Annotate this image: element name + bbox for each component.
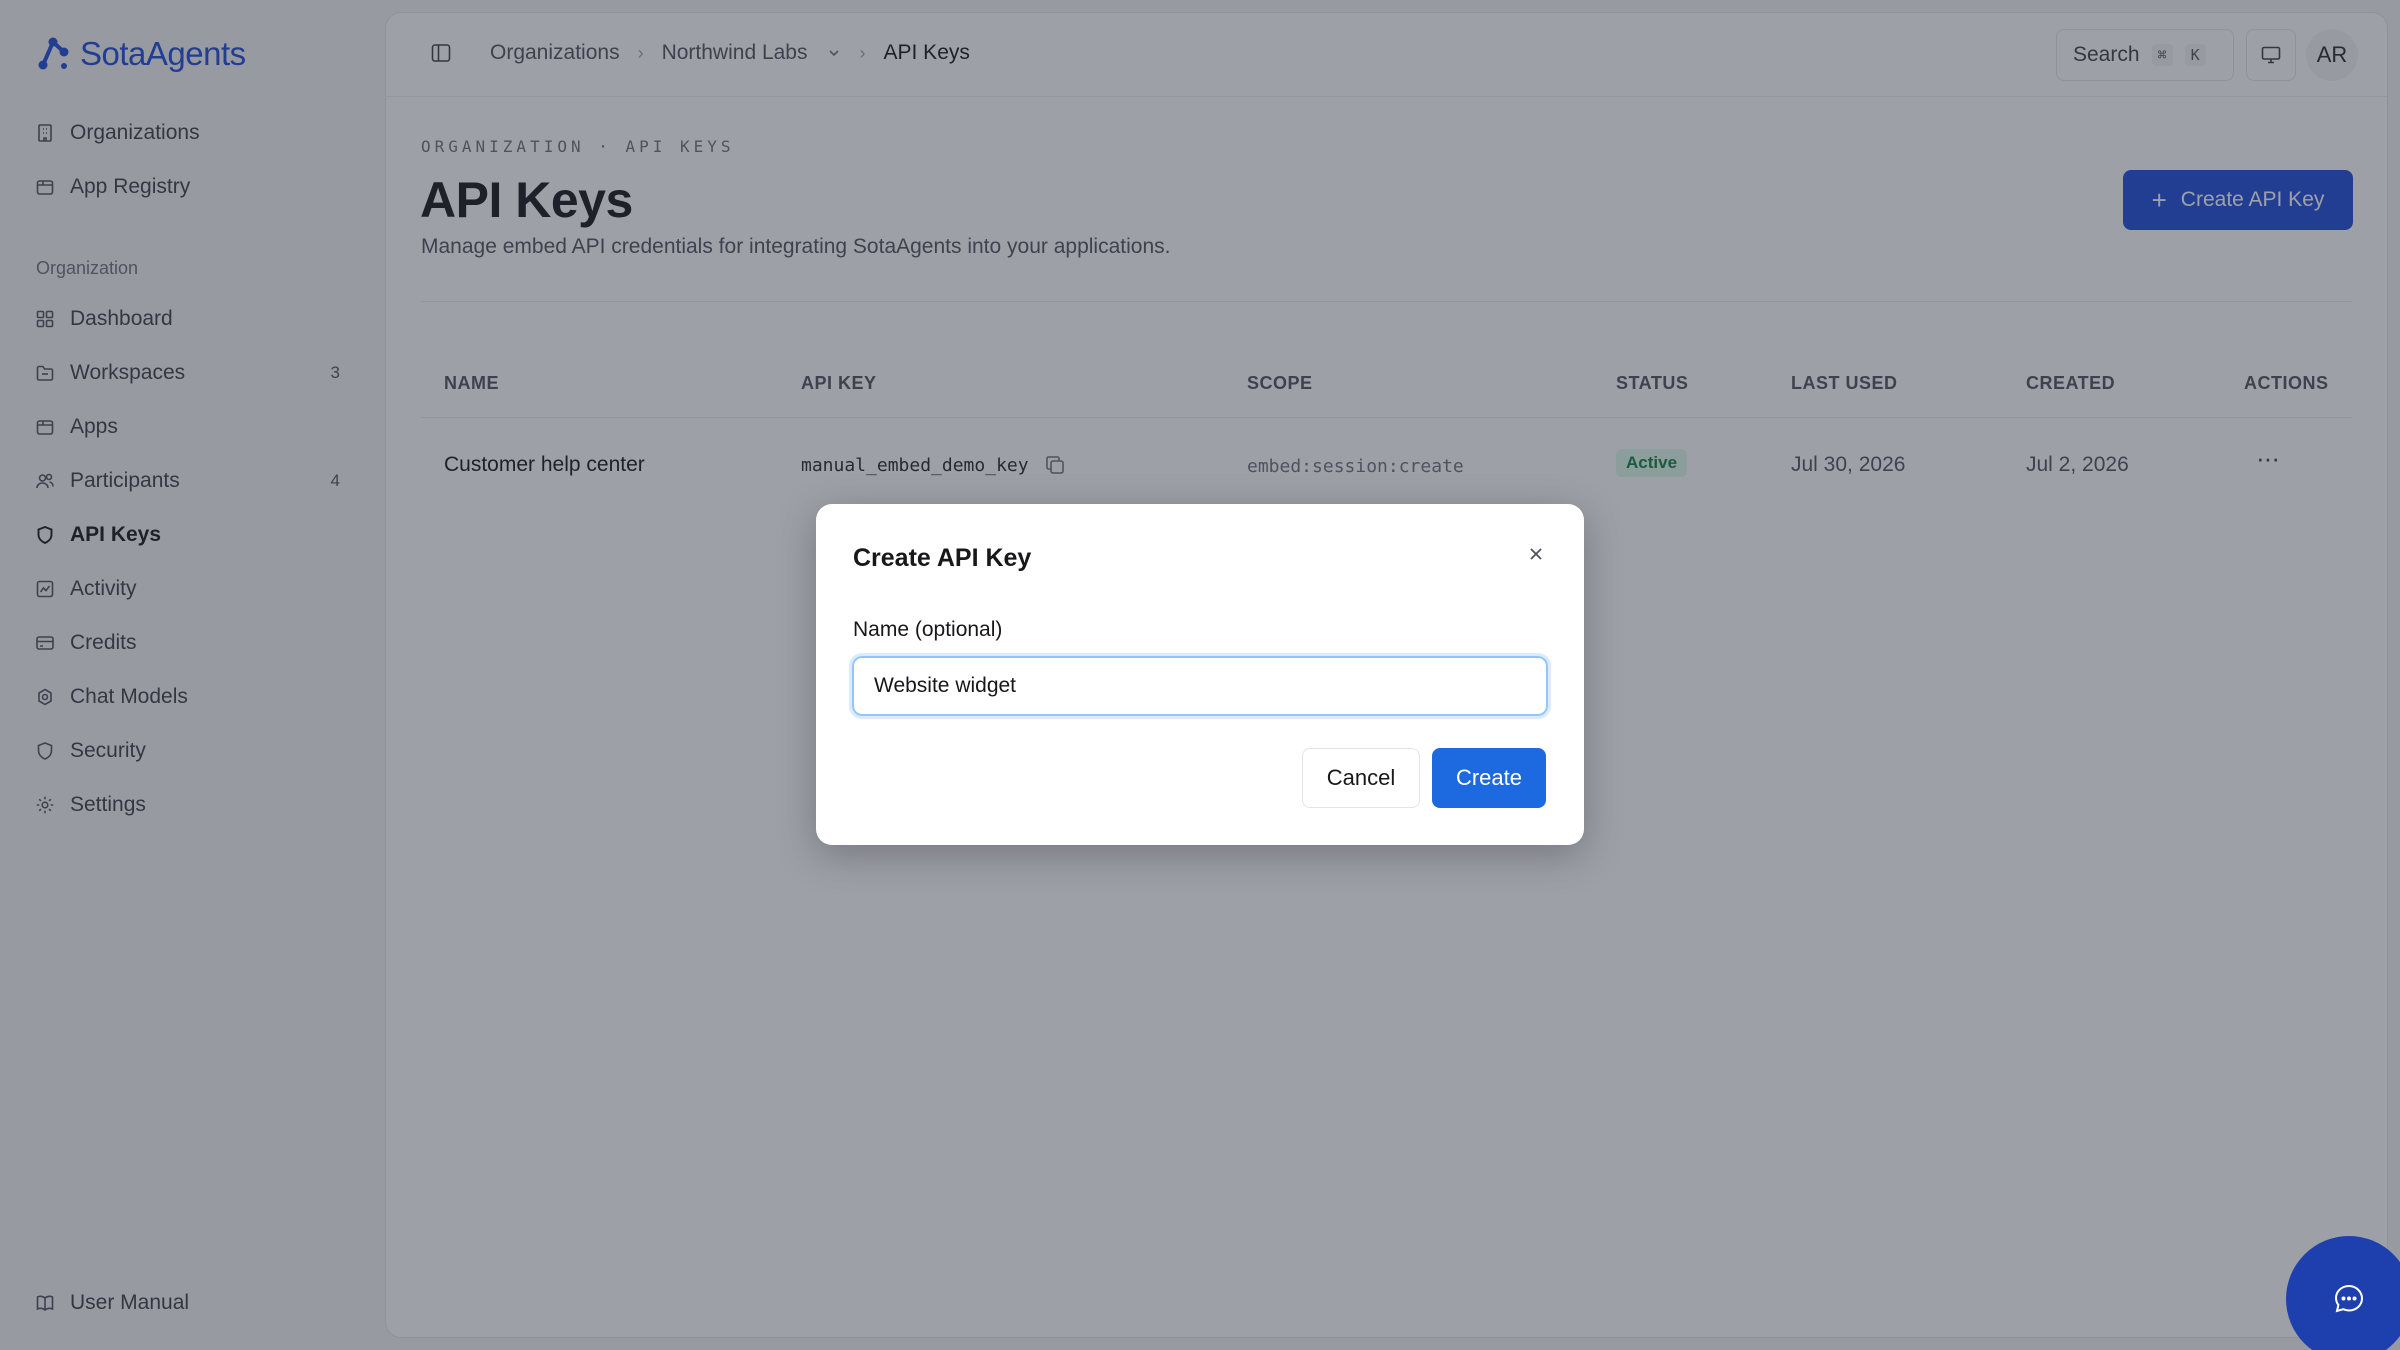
name-field[interactable] [849,653,1551,719]
chat-bubble-icon [2332,1282,2366,1316]
close-icon[interactable] [1522,540,1550,568]
cancel-button[interactable]: Cancel [1302,748,1420,808]
create-api-key-dialog: Create API Key Name (optional) Cancel Cr… [816,504,1584,845]
name-field-label: Name (optional) [853,618,1003,641]
create-button[interactable]: Create [1432,748,1546,808]
dialog-title: Create API Key [853,544,1032,572]
